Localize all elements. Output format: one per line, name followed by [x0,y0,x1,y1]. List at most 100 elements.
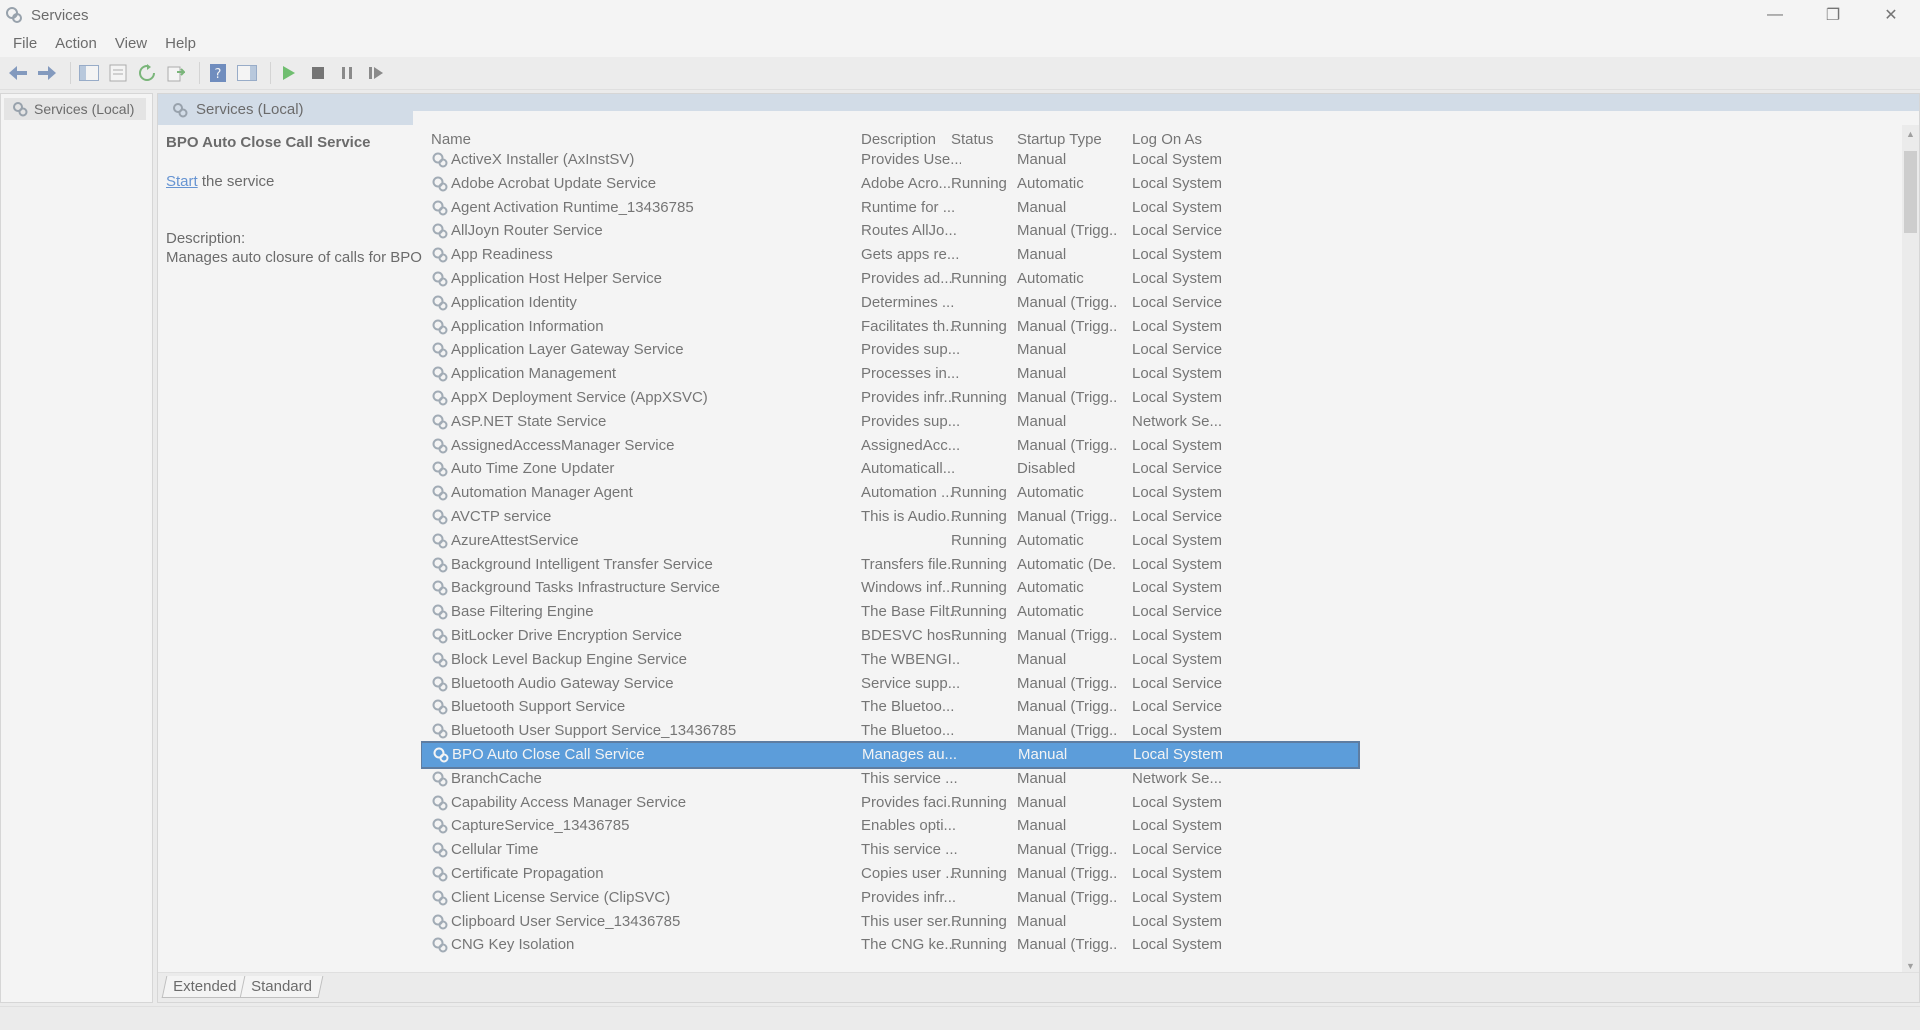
column-header-log-on-as[interactable]: Log On As [1132,131,1232,148]
start-service-icon[interactable] [277,61,301,85]
service-row[interactable]: Application Identity Determines ... Manual… [421,291,1903,315]
service-log-on-as: Local Service [1132,698,1223,716]
pause-service-icon[interactable] [335,61,359,85]
service-row[interactable]: AzureAttestService Running Automatic Local … [421,529,1903,553]
service-name: AzureAttestService [451,531,579,549]
service-row[interactable]: CNG Key Isolation The CNG ke... Running Man… [421,933,1903,957]
service-row[interactable]: BPO Auto Close Call Service Manages au...… [421,740,1360,769]
service-log-on-as: Local System [1132,174,1223,192]
service-gear-icon [432,390,448,406]
service-row[interactable]: AppX Deployment Service (AppXSVC) Provide… [421,386,1903,410]
properties-icon[interactable] [106,61,130,85]
service-startup-type: Manual [1017,246,1067,264]
show-hide-tree-icon[interactable] [77,61,101,85]
restore-button[interactable]: ❐ [1804,0,1862,30]
service-log-on-as: Local System [1132,555,1223,573]
service-row[interactable]: Background Intelligent Transfer Service T… [421,553,1903,577]
menu-view[interactable]: View [106,35,156,52]
tab-standard[interactable]: Standard [239,976,324,998]
service-row[interactable]: Agent Activation Runtime_13436785 Runtime… [421,196,1903,220]
close-button[interactable]: ✕ [1862,0,1920,30]
service-startup-type: Automatic [1017,603,1084,621]
service-description: Provides infr... [861,388,957,406]
service-log-on-as: Local Service [1132,460,1223,478]
service-row[interactable]: App Readiness Gets apps re... Manual Local … [421,243,1903,267]
service-description: Transfers file... [861,555,960,573]
service-row[interactable]: Application Management Processes in... Man… [421,362,1903,386]
service-row[interactable]: Capability Access Manager Service Provide… [421,791,1903,815]
refresh-icon[interactable] [135,61,159,85]
service-startup-type: Automatic [1017,484,1084,502]
service-startup-type: Manual [1017,341,1067,359]
service-row[interactable]: Adobe Acrobat Update Service Adobe Acro..… [421,172,1903,196]
service-row[interactable]: CaptureService_13436785 Enables opti... Ma… [421,814,1903,838]
menu-bar: File Action View Help [0,30,1920,57]
service-row[interactable]: BitLocker Drive Encryption Service BDESVC… [421,624,1903,648]
service-description: The WBENGI... [861,650,961,668]
service-row[interactable]: Auto Time Zone Updater Automaticall... Dis… [421,457,1903,481]
restart-service-icon[interactable] [364,61,388,85]
service-log-on-as: Local System [1132,198,1223,216]
toolbar: ? [0,57,1920,90]
service-row[interactable]: Client License Service (ClipSVC) Provides… [421,886,1903,910]
tab-extended[interactable]: Extended [161,976,248,998]
help-icon[interactable]: ? [206,61,230,85]
service-row[interactable]: Base Filtering Engine The Base Filt... Run… [421,600,1903,624]
service-gear-icon [432,342,448,358]
service-row[interactable]: ActiveX Installer (AxInstSV) Provides Use… [421,148,1903,172]
column-header-description[interactable]: Description [861,131,961,148]
service-row[interactable]: Cellular Time This service ... Manual (Tri… [421,838,1903,862]
minimize-button[interactable]: — [1746,0,1804,30]
export-list-icon[interactable] [164,61,188,85]
service-row[interactable]: AssignedAccessManager Service AssignedAcc… [421,434,1903,458]
menu-help[interactable]: Help [156,35,205,52]
service-description: Manages au... [862,745,958,763]
service-row[interactable]: Application Host Helper Service Provides … [421,267,1903,291]
service-startup-type: Manual (Trigg... [1017,888,1117,906]
services-list: Name Description Status Startup Type Log… [421,125,1903,974]
service-row[interactable]: Bluetooth Audio Gateway Service Service s… [421,672,1903,696]
back-arrow-icon[interactable] [6,61,30,85]
service-row[interactable]: Bluetooth User Support Service_13436785 T… [421,719,1903,743]
forward-arrow-icon[interactable] [35,61,59,85]
service-log-on-as: Local System [1132,817,1223,835]
service-log-on-as: Local Service [1132,841,1223,859]
scroll-thumb[interactable] [1904,151,1917,233]
menu-action[interactable]: Action [46,35,106,52]
service-row[interactable]: Bluetooth Support Service The Bluetoo... M… [421,695,1903,719]
menu-file[interactable]: File [4,35,46,52]
service-startup-type: Automatic (De... [1017,555,1117,573]
service-gear-icon [432,699,448,715]
service-row[interactable]: AllJoyn Router Service Routes AllJo... Man… [421,219,1903,243]
service-row[interactable]: Application Layer Gateway Service Provide… [421,338,1903,362]
vertical-scrollbar[interactable]: ▲ ▼ [1902,125,1919,974]
service-description: The Bluetoo... [861,722,955,740]
service-row[interactable]: Clipboard User Service_13436785 This user… [421,910,1903,934]
service-row[interactable]: Application Information Facilitates th...… [421,315,1903,339]
start-service-link[interactable]: Start [166,173,198,190]
service-row[interactable]: ASP.NET State Service Provides sup... Manu… [421,410,1903,434]
service-description: The Bluetoo... [861,698,955,716]
service-row[interactable]: Block Level Backup Engine Service The WBE… [421,648,1903,672]
service-gear-icon [432,890,448,906]
tree-item-services-local[interactable]: Services (Local) [4,98,146,120]
stop-service-icon[interactable] [306,61,330,85]
service-row[interactable]: Certificate Propagation Copies user ... Ru… [421,862,1903,886]
service-startup-type: Automatic [1017,269,1084,287]
service-description: Automation ... [861,484,954,502]
scroll-up-icon[interactable]: ▲ [1902,125,1919,142]
column-header-startup-type[interactable]: Startup Type [1017,131,1117,148]
view-tabs: Extended Standard [158,972,1919,1002]
show-action-pane-icon[interactable] [235,61,259,85]
service-row[interactable]: AVCTP service This is Audio... Running Manu… [421,505,1903,529]
service-row[interactable]: Automation Manager Agent Automation ... Ru… [421,481,1903,505]
service-row[interactable]: BranchCache This service ... Manual Network… [421,767,1903,791]
service-log-on-as: Local System [1132,579,1223,597]
service-gear-icon [432,414,448,430]
service-gear-icon [432,271,448,287]
service-startup-type: Manual [1017,365,1067,383]
service-gear-icon [432,438,448,454]
service-row[interactable]: Background Tasks Infrastructure Service W… [421,576,1903,600]
list-header: Name Description Status Startup Type Log… [421,125,1903,149]
service-gear-icon [432,937,448,953]
